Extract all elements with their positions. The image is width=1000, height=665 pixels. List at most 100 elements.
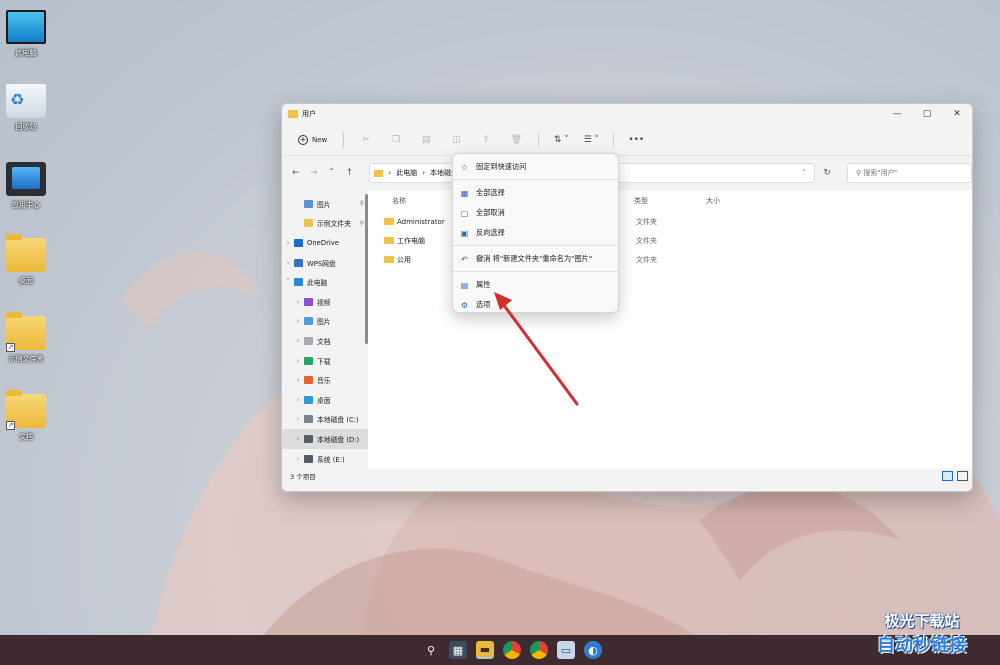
delete-icon[interactable]: 🗑 <box>504 130 528 150</box>
chevron-right-icon[interactable]: › <box>292 298 304 306</box>
column-header-type[interactable]: 类型 <box>634 196 706 206</box>
command-bar: + New ✂ ❐ ▤ ◫ ⇪ 🗑 ⇅ ˅ ☰ ˅ ••• <box>282 124 972 156</box>
sidebar-item[interactable]: › WPS网盘 <box>282 253 368 273</box>
recent-locations-icon[interactable]: ˅ <box>324 168 340 178</box>
chevron-down-icon[interactable]: ˅ <box>794 169 814 177</box>
chevron-right-icon[interactable]: › <box>292 317 304 325</box>
menu-item-label: 选项 <box>476 300 491 309</box>
chevron-down-icon[interactable]: ˅ <box>282 278 294 286</box>
sidebar-item[interactable]: › 音乐 <box>282 370 368 390</box>
cut-icon[interactable]: ✂ <box>354 130 378 150</box>
window-title: 用户 <box>302 110 316 118</box>
sidebar-item-label: 图片 <box>317 200 331 209</box>
breadcrumb-item[interactable]: 此电脑 <box>396 168 417 178</box>
paste-icon[interactable]: ▤ <box>414 130 438 150</box>
chevron-right-icon[interactable]: › <box>282 259 294 267</box>
column-header-size[interactable]: 大小 <box>706 196 720 206</box>
desktop-icon[interactable]: 此电脑 <box>2 10 50 58</box>
sidebar-item-label: 下载 <box>317 357 331 366</box>
forward-icon[interactable]: → <box>306 168 322 178</box>
sidebar-item[interactable]: 示例文件夹 ⚲ <box>282 214 368 234</box>
chevron-right-icon[interactable]: › <box>292 376 304 384</box>
address-row: ← → ˅ ↑ › 此电脑 › 本地磁盘 ˅ ↻ ⚲ 搜索"用户" <box>282 156 972 190</box>
browser-icon[interactable]: ◐ <box>584 641 602 659</box>
sidebar-item[interactable]: › 桌面 <box>282 390 368 410</box>
sidebar-item[interactable]: › OneDrive <box>282 233 368 253</box>
sidebar-item[interactable]: › 图片 <box>282 312 368 332</box>
select-all-icon: ▦ <box>460 188 469 198</box>
chevron-right-icon[interactable]: › <box>292 337 304 345</box>
pin-icon: ⚲ <box>359 219 364 227</box>
sidebar-item[interactable]: 图片 ⚲ <box>282 194 368 214</box>
desktop-icon[interactable]: 应用中心 <box>2 162 50 210</box>
search-icon[interactable]: ⚲ <box>422 641 440 659</box>
widgets-icon[interactable]: ▦ <box>449 641 467 659</box>
more-options-menu: ☆ 固定到快速访问 ▦ 全部选择 ▢ 全部取消 ▣ 反向选择 ↶ 撤消 将"新建文件夹"重命名为"… <box>452 153 619 313</box>
menu-separator <box>453 179 618 180</box>
chevron-right-icon[interactable]: › <box>292 415 304 423</box>
search-input[interactable]: ⚲ 搜索"用户" <box>847 163 972 183</box>
sidebar-item-label: 本地磁盘 (C:) <box>317 416 359 425</box>
rename-icon[interactable]: ◫ <box>444 130 468 150</box>
menu-item[interactable]: ☆ 固定到快速访问 <box>453 157 618 177</box>
file-type: 文件夹 <box>636 217 657 226</box>
sidebar-item[interactable]: › 本地磁盘 (C:) <box>282 410 368 430</box>
sort-icon[interactable]: ⇅ ˅ <box>549 130 573 150</box>
menu-item[interactable]: ⚙ 选项 <box>453 295 618 315</box>
more-options-icon[interactable]: ••• <box>624 130 648 150</box>
menu-item[interactable]: ▤ 属性 <box>453 275 618 295</box>
chevron-right-icon[interactable]: › <box>282 239 294 247</box>
desktop-icon[interactable]: 桌面 <box>2 234 50 286</box>
menu-item-label: 固定到快速访问 <box>476 162 527 171</box>
copy-icon[interactable]: ❐ <box>384 130 408 150</box>
sidebar-item[interactable]: › 视频 <box>282 292 368 312</box>
chrome-icon[interactable] <box>530 641 548 659</box>
refresh-icon[interactable]: ↻ <box>817 168 837 178</box>
menu-item-label: 全部取消 <box>476 208 505 217</box>
sidebar-item[interactable]: › 下载 <box>282 351 368 371</box>
desktop-icon[interactable]: ↗ 文档 <box>2 390 50 442</box>
sidebar-item[interactable]: ˅ 此电脑 <box>282 272 368 292</box>
up-icon[interactable]: ↑ <box>342 168 358 178</box>
chrome-icon[interactable] <box>503 641 521 659</box>
documents-icon <box>304 336 313 345</box>
folder-icon <box>384 218 394 225</box>
start-icon[interactable] <box>398 643 413 658</box>
chevron-right-icon[interactable]: › <box>292 455 304 463</box>
new-button[interactable]: + New <box>292 132 333 148</box>
tiles-view-icon[interactable] <box>957 471 968 481</box>
sidebar-item[interactable]: › 系统 (E:) <box>282 449 368 469</box>
minimize-button[interactable]: — <box>882 104 912 124</box>
desktop-icon[interactable]: ↗ 示例文件夹 <box>2 312 50 364</box>
sidebar-item-label: OneDrive <box>307 238 339 247</box>
title-bar[interactable]: 用户 — ▢ ✕ <box>282 104 972 124</box>
menu-item[interactable]: ↶ 撤消 将"新建文件夹"重命名为"图片" <box>453 249 618 269</box>
toolbar-divider <box>538 131 540 148</box>
sidebar-item[interactable]: › 文档 <box>282 331 368 351</box>
close-button[interactable]: ✕ <box>942 104 972 124</box>
details-view-icon[interactable] <box>942 471 953 481</box>
recycle-bin-icon <box>6 84 46 118</box>
menu-item[interactable]: ▣ 反向选择 <box>453 223 618 243</box>
remote-desktop-icon[interactable]: ▭ <box>557 641 575 659</box>
sidebar-item-label: 视频 <box>317 298 331 307</box>
chevron-right-icon[interactable]: › <box>292 396 304 404</box>
folder-icon <box>374 169 384 177</box>
back-icon[interactable]: ← <box>288 168 304 178</box>
sidebar-item-label: 图片 <box>317 318 331 327</box>
share-icon[interactable]: ⇪ <box>474 130 498 150</box>
sidebar-item[interactable]: › 本地磁盘 (D:) <box>282 429 368 449</box>
view-icon[interactable]: ☰ ˅ <box>579 130 603 150</box>
menu-item[interactable]: ▢ 全部取消 <box>453 203 618 223</box>
file-explorer-icon[interactable]: ▬ <box>476 641 494 659</box>
video-icon <box>304 297 313 306</box>
taskbar: ⚲ ▦ ▬ ▭ ◐ <box>0 635 1000 665</box>
menu-item[interactable]: ▦ 全部选择 <box>453 183 618 203</box>
file-type: 文件夹 <box>636 255 657 264</box>
sidebar-item-label: 文档 <box>317 337 331 346</box>
chevron-right-icon[interactable]: › <box>292 357 304 365</box>
chevron-right-icon[interactable]: › <box>292 435 304 443</box>
desktop-icon[interactable]: 回收站 <box>2 84 50 132</box>
sidebar-item-label: WPS网盘 <box>307 259 336 268</box>
maximize-button[interactable]: ▢ <box>912 104 942 124</box>
